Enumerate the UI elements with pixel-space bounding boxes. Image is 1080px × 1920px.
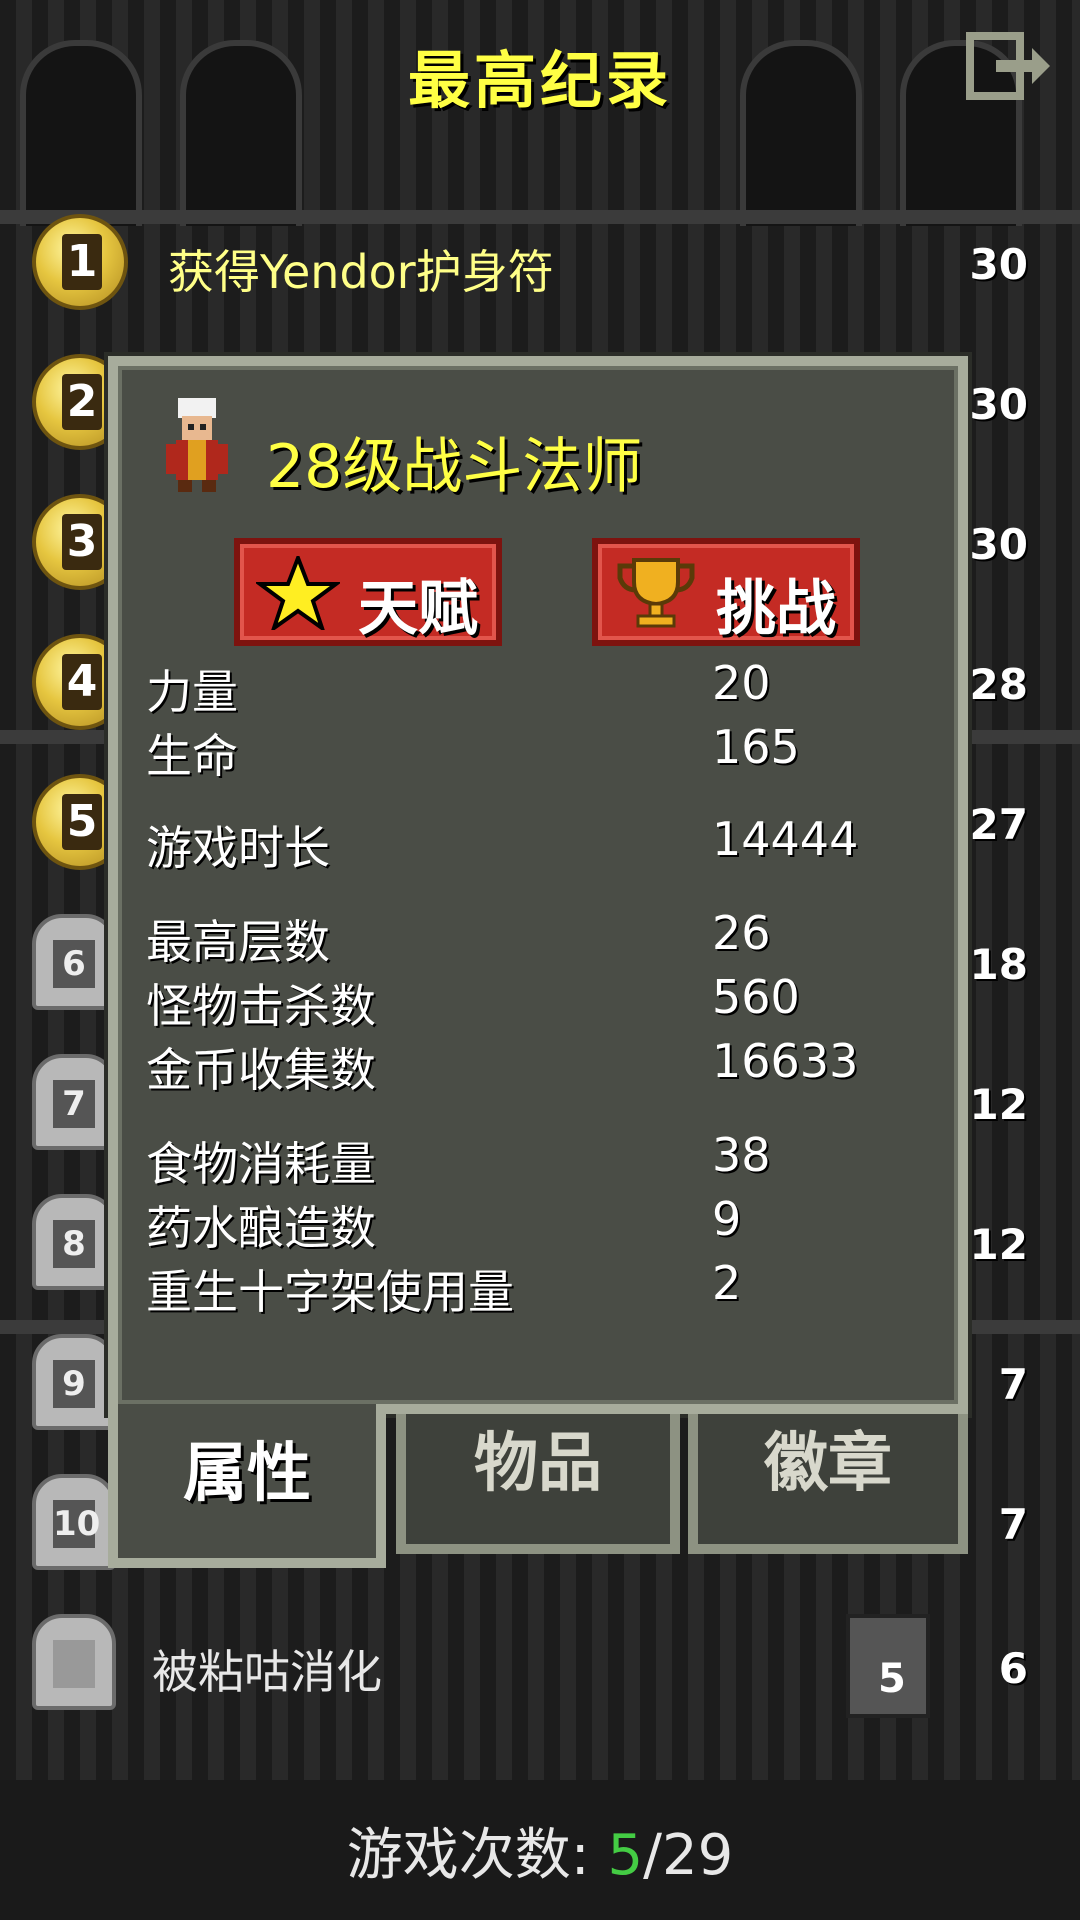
stat-label: 游戏时长 (146, 821, 330, 875)
record-score: 28 (969, 660, 1028, 709)
stat-value: 560 (712, 970, 800, 1024)
record-score: 7 (998, 1500, 1028, 1549)
challenges-button[interactable]: 挑战 (592, 538, 860, 646)
tombstone-icon (32, 1614, 116, 1710)
record-score: 12 (969, 1220, 1028, 1269)
hero-info-window: 28级战斗法师 天赋 挑战 力量 20 生命 165 游戏时长 14444 最高… (108, 356, 968, 1414)
challenges-label: 挑战 (716, 574, 836, 644)
record-score: 6 (998, 1644, 1028, 1693)
record-score: 30 (969, 240, 1028, 289)
stat-value: 9 (712, 1192, 742, 1246)
stat-label: 药水酿造数 (146, 1201, 376, 1255)
stat-row: 金币收集数 16633 (146, 1034, 926, 1098)
tombstone-icon: 10 (32, 1474, 116, 1570)
stat-label: 最高层数 (146, 915, 330, 969)
record-description: 被粘咕消化 (152, 1645, 382, 1699)
stat-value: 38 (712, 1128, 771, 1182)
talents-button[interactable]: 天赋 (234, 538, 502, 646)
stat-label: 金币收集数 (146, 1043, 376, 1097)
stat-value: 165 (712, 720, 800, 774)
record-row-1[interactable]: 1 获得Yendor护身符 30 (0, 210, 1080, 320)
stat-row: 怪物击杀数 560 (146, 970, 926, 1034)
games-played-counter: 游戏次数: 5/29 (0, 1810, 1080, 1891)
battlemage-icon (166, 398, 228, 492)
stat-label: 食物消耗量 (146, 1137, 376, 1191)
stat-row: 生命 165 (146, 720, 926, 784)
record-score: 7 (998, 1360, 1028, 1409)
gold-medal-icon: 1 (32, 214, 128, 310)
games-won-count: 5 (607, 1823, 644, 1888)
stat-value: 26 (712, 906, 771, 960)
record-description: 获得Yendor护身符 (168, 245, 554, 299)
stat-value: 14444 (712, 812, 859, 866)
stat-value: 16633 (712, 1034, 859, 1088)
tombstone-icon: 9 (32, 1334, 116, 1430)
record-row-latest[interactable]: 被粘咕消化 5 6 (0, 1614, 1080, 1724)
hero-class-title: 28级战斗法师 (266, 432, 643, 502)
stat-value: 2 (712, 1256, 742, 1310)
stat-label: 力量 (146, 665, 238, 719)
record-score: 30 (969, 520, 1028, 569)
tab-stats[interactable]: 属性 (108, 1404, 386, 1568)
stat-label: 重生十字架使用量 (146, 1265, 514, 1319)
record-score: 18 (969, 940, 1028, 989)
stat-row: 最高层数 26 (146, 906, 926, 970)
record-score: 27 (969, 800, 1028, 849)
tab-badges[interactable]: 徽章 (688, 1414, 968, 1554)
stat-row: 药水酿造数 9 (146, 1192, 926, 1256)
stat-label: 怪物击杀数 (146, 979, 376, 1033)
talents-label: 天赋 (358, 574, 478, 644)
depth-icon: 5 (846, 1614, 930, 1718)
record-score: 30 (969, 380, 1028, 429)
record-depth: 5 (878, 1656, 906, 1702)
stat-label: 生命 (146, 729, 238, 783)
record-score: 12 (969, 1080, 1028, 1129)
star-icon (256, 556, 340, 630)
games-played-label: 游戏次数: (346, 1823, 590, 1888)
tombstone-icon: 6 (32, 914, 116, 1010)
trophy-icon (617, 558, 695, 628)
stat-row: 游戏时长 14444 (146, 812, 926, 876)
stat-value: 20 (712, 656, 771, 710)
stat-row: 食物消耗量 38 (146, 1128, 926, 1192)
tombstone-icon: 7 (32, 1054, 116, 1150)
games-total-count: /29 (643, 1823, 734, 1888)
tab-items[interactable]: 物品 (396, 1414, 680, 1554)
stat-row: 力量 20 (146, 656, 926, 720)
stat-row: 重生十字架使用量 2 (146, 1256, 926, 1320)
exit-button[interactable] (966, 32, 1052, 102)
page-title: 最高纪录 (407, 44, 672, 117)
tombstone-icon: 8 (32, 1194, 116, 1290)
exit-icon (966, 32, 1050, 100)
